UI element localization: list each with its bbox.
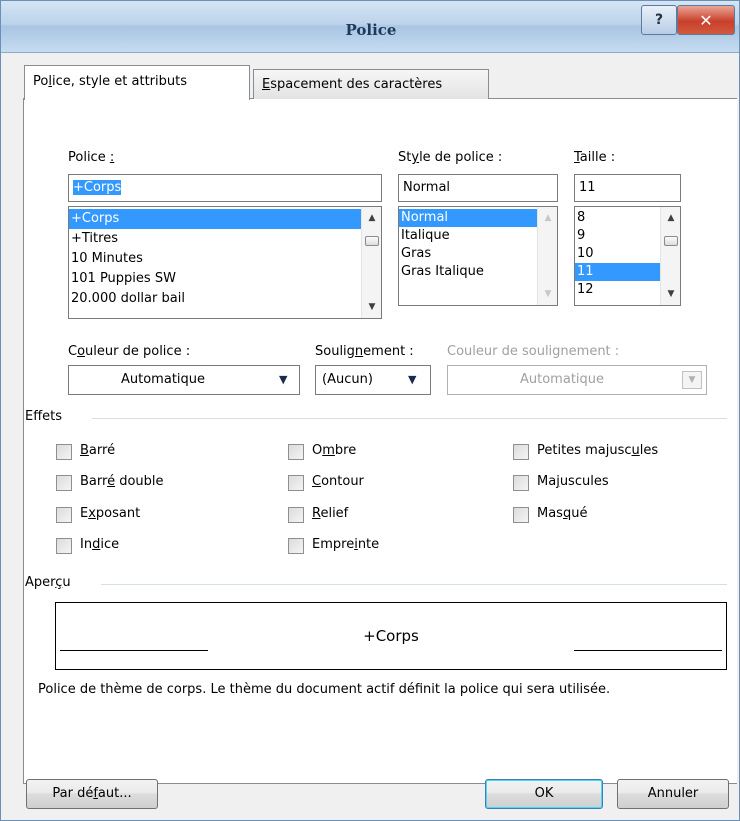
font-size-input[interactable]: 11 xyxy=(574,174,681,202)
font-input[interactable]: +Corps xyxy=(68,174,382,202)
effect-checkbox[interactable] xyxy=(513,444,529,460)
effect-checkbox[interactable] xyxy=(288,538,304,554)
close-button[interactable]: ✕ xyxy=(677,5,735,35)
preview-title: Aperçu xyxy=(25,575,71,590)
dialog-title: Police xyxy=(345,21,397,39)
font-dialog: Police ? ✕ Police, style et attributs Es… xyxy=(0,0,740,821)
scroll-down-icon[interactable]: ▼ xyxy=(362,298,381,316)
font-size-input-value: 11 xyxy=(579,180,596,195)
font-color-value: Automatique xyxy=(121,372,206,387)
font-style-list-item[interactable]: Gras xyxy=(399,245,537,263)
effect-label[interactable]: Barré double xyxy=(80,474,164,489)
font-style-list-item[interactable]: Normal xyxy=(399,209,537,227)
effect-label[interactable]: Masqué xyxy=(537,506,587,521)
scroll-thumb[interactable] xyxy=(664,236,678,246)
effect-checkbox[interactable] xyxy=(288,507,304,523)
scroll-up-icon[interactable]: ▲ xyxy=(538,209,557,227)
underline-color-dropdown[interactable]: Automatique ▼ xyxy=(447,365,707,395)
underline-value: (Aucun) xyxy=(322,372,373,387)
effect-checkbox[interactable] xyxy=(56,507,72,523)
font-style-list-item[interactable]: Gras Italique xyxy=(399,263,537,281)
preview-divider xyxy=(101,584,727,585)
font-list-item[interactable]: 101 Puppies SW xyxy=(69,269,361,289)
font-size-list-item[interactable]: 8 xyxy=(575,209,660,227)
cancel-button[interactable]: Annuler xyxy=(617,779,729,809)
effect-checkbox[interactable] xyxy=(513,475,529,491)
effects-title: Effets xyxy=(25,409,63,424)
chevron-down-icon: ▼ xyxy=(279,373,288,386)
font-style-input[interactable]: Normal xyxy=(398,174,558,202)
help-button[interactable]: ? xyxy=(641,5,677,35)
preview-description: Police de thème de corps. Le thème du do… xyxy=(38,682,611,697)
font-size-list-item[interactable]: 10 xyxy=(575,245,660,263)
effect-checkbox[interactable] xyxy=(513,507,529,523)
effect-label[interactable]: Empreinte xyxy=(312,537,379,552)
effect-checkbox[interactable] xyxy=(288,475,304,491)
font-style-list-item[interactable]: Italique xyxy=(399,227,537,245)
scroll-up-icon[interactable]: ▲ xyxy=(661,209,680,227)
button-label-part: Par dé xyxy=(52,786,94,801)
font-size-list-item[interactable]: 9 xyxy=(575,227,660,245)
font-list[interactable]: +Corps +Titres 10 Minutes 101 Puppies SW 20.… xyxy=(68,206,382,319)
default-button[interactable]: Par défaut... xyxy=(26,779,158,809)
effect-label[interactable]: Petites majuscules xyxy=(537,443,658,458)
title-bar: Police ? ✕ xyxy=(1,1,739,53)
effect-checkbox[interactable] xyxy=(56,538,72,554)
underline-color-label: Couleur de soulignement : xyxy=(447,344,620,359)
font-style-list-scrollbar[interactable]: ▲ ▼ xyxy=(537,207,557,305)
font-style-input-value: Normal xyxy=(403,180,451,195)
chevron-down-icon: ▼ xyxy=(408,373,417,386)
effect-label[interactable]: Barré xyxy=(80,443,115,458)
underline-dropdown[interactable]: (Aucun) ▼ xyxy=(315,365,431,395)
preview-box: +Corps xyxy=(55,602,727,670)
tab-font-style-attributes[interactable]: Police, style et attributs xyxy=(24,65,250,100)
font-size-list-item[interactable]: 12 xyxy=(575,281,660,299)
effect-label[interactable]: Majuscules xyxy=(537,474,609,489)
help-icon: ? xyxy=(654,12,664,28)
effect-checkbox[interactable] xyxy=(288,444,304,460)
effect-checkbox[interactable] xyxy=(56,475,72,491)
font-size-list-scrollbar[interactable]: ▲ ▼ xyxy=(660,207,680,305)
effect-label[interactable]: Indice xyxy=(80,537,119,552)
font-list-item[interactable]: 20.000 dollar bail xyxy=(69,289,361,309)
font-size-label: Taille : xyxy=(574,150,616,165)
scroll-down-icon[interactable]: ▼ xyxy=(538,285,557,303)
preview-text: +Corps xyxy=(363,627,419,645)
close-icon: ✕ xyxy=(699,10,713,30)
preview-underline-left xyxy=(60,650,208,651)
chevron-down-icon: ▼ xyxy=(682,371,702,389)
font-list-item[interactable]: 10 Minutes xyxy=(69,249,361,269)
font-style-label: Style de police : xyxy=(398,150,503,165)
underline-color-value: Automatique xyxy=(520,372,605,387)
tab-label-part: ice, style et attributs xyxy=(51,74,188,89)
font-list-item[interactable]: +Corps xyxy=(69,209,361,229)
font-size-list-item[interactable]: 11 xyxy=(575,263,660,281)
button-label-part: aut... xyxy=(97,786,132,801)
effect-checkbox[interactable] xyxy=(56,444,72,460)
effect-label[interactable]: Ombre xyxy=(312,443,356,458)
font-label: Police : xyxy=(68,150,115,165)
effect-label[interactable]: Contour xyxy=(312,474,364,489)
scroll-up-icon[interactable]: ▲ xyxy=(362,209,381,227)
tab-label-part: Po xyxy=(33,74,49,89)
ok-button[interactable]: OK xyxy=(485,779,603,809)
effects-divider xyxy=(92,418,727,419)
font-color-label: Couleur de police : xyxy=(68,344,191,359)
effect-label[interactable]: Exposant xyxy=(80,506,140,521)
font-style-list[interactable]: Normal Italique Gras Gras Italique ▲ ▼ xyxy=(398,206,558,306)
scroll-thumb[interactable] xyxy=(365,236,379,246)
underline-label: Soulignement : xyxy=(315,344,414,359)
preview-underline-right xyxy=(574,650,722,651)
font-size-list[interactable]: 8 9 10 11 12 ▲ ▼ xyxy=(574,206,681,306)
scroll-down-icon[interactable]: ▼ xyxy=(661,285,680,303)
font-list-item[interactable]: +Titres xyxy=(69,229,361,249)
font-list-scrollbar[interactable]: ▲ ▼ xyxy=(361,207,381,318)
font-color-dropdown[interactable]: Automatique ▼ xyxy=(68,365,300,395)
font-input-value: +Corps xyxy=(73,180,122,195)
effect-label[interactable]: Relief xyxy=(312,506,348,521)
